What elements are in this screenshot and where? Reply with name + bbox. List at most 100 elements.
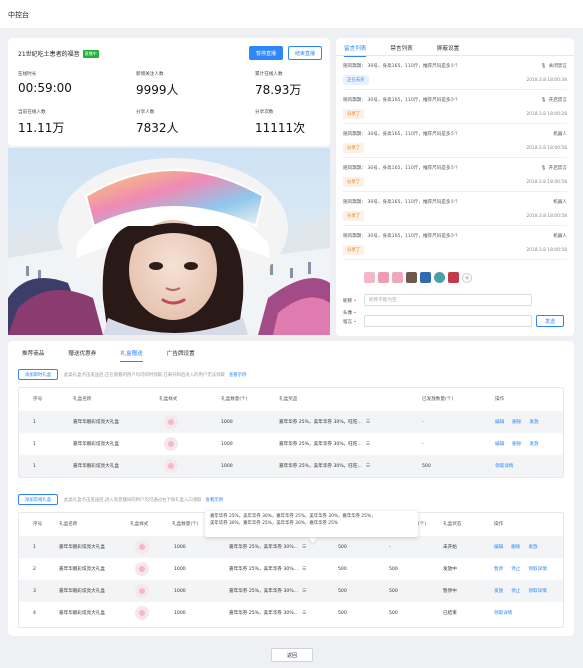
- tab-recommended-products[interactable]: 推荐商品: [22, 349, 44, 362]
- stat-label: 在线时长: [18, 72, 37, 77]
- table-row: 2 嘉年华靓彩炫亮大礼盒 1000 嘉年华券 25%，美年华券 30%... ☰ …: [19, 558, 563, 580]
- delete-link[interactable]: 删除: [511, 544, 520, 550]
- avatar-option[interactable]: [420, 272, 431, 283]
- mute-action[interactable]: 🎙 开启禁言: [541, 165, 567, 172]
- receive-details-link[interactable]: 领取详情: [528, 566, 546, 572]
- avatar-option[interactable]: [406, 272, 417, 283]
- pause-link[interactable]: 暂停: [494, 566, 503, 572]
- cell-qty: 1000: [174, 544, 186, 550]
- comment-time: 2018.3.8 18:00:38: [526, 78, 567, 83]
- comment-status-tag: 分享了: [343, 211, 365, 221]
- mic-icon: 🎙: [540, 63, 547, 69]
- comment-time: 2018.3.8 18:00:58: [526, 146, 567, 151]
- column-header: 操作: [494, 522, 504, 527]
- cell-status: 发放中: [443, 567, 457, 572]
- stop-link[interactable]: 停止: [511, 588, 520, 594]
- avatar-option[interactable]: [364, 272, 375, 283]
- edit-link[interactable]: 编辑: [495, 441, 504, 447]
- comment-status-tag: 分享了: [343, 109, 365, 119]
- column-header: 序号: [33, 397, 43, 402]
- list-icon[interactable]: ☰: [302, 567, 306, 572]
- tab-gift-box[interactable]: 礼盒赠送: [120, 349, 143, 362]
- receive-details-link[interactable]: 领取详情: [494, 610, 512, 616]
- avatar-label-text: 头像: [343, 311, 353, 316]
- avatar-option[interactable]: [378, 272, 389, 283]
- pause-live-button[interactable]: 暂停直播: [249, 46, 283, 60]
- cell-prize: 嘉年华券 25%，美年华券 30%，旺旺... ☰: [279, 433, 370, 455]
- edit-link[interactable]: 编辑: [494, 544, 503, 550]
- tab-billboard-settings[interactable]: 广告牌设置: [167, 349, 195, 362]
- list-icon[interactable]: ☰: [366, 420, 370, 425]
- mic-icon: 🎙: [540, 97, 547, 103]
- end-live-button[interactable]: 结束直播: [288, 46, 322, 60]
- cell-no: 1: [33, 463, 36, 469]
- view-example-link[interactable]: 查看示例: [229, 373, 247, 378]
- live-stats-panel: 21世纪吃土患者的福音 直播中 暂停直播 结束直播 在线时长 00:59:00 新…: [8, 38, 330, 146]
- live-stream-image: [8, 148, 330, 335]
- comment-item: 随风飘飘： 30号，身高165，110斤，推荐尺码是多少？ 🎙 开启禁言 分享了 …: [343, 161, 567, 192]
- avatar-option[interactable]: [392, 272, 403, 283]
- stop-link[interactable]: 停止: [511, 566, 520, 572]
- comment-input[interactable]: [364, 315, 532, 327]
- gift-box-icon: [135, 584, 149, 598]
- stat-value: 11.11万: [18, 121, 65, 135]
- required-mark: •: [353, 311, 357, 316]
- receive-details-link[interactable]: 领取详情: [528, 588, 546, 594]
- cell-prize: 嘉年华券 25%，美年华券 30%... ☰: [229, 580, 306, 602]
- cell-ops: 暂停 停止 领取详情: [494, 558, 555, 580]
- cell-name: 嘉年华靓彩炫亮大礼盒: [59, 611, 105, 616]
- list-icon[interactable]: ☰: [302, 611, 306, 616]
- list-icon[interactable]: ☰: [302, 589, 306, 594]
- robot-label: 机器人: [553, 132, 567, 137]
- send-button[interactable]: 发送: [536, 315, 564, 327]
- nickname-input[interactable]: 昵称不能为空: [364, 294, 532, 306]
- gift-box-icon: [164, 459, 178, 473]
- cell-no: 1: [33, 441, 36, 447]
- prize-text: 嘉年华券 25%，美年华券 30%...: [229, 589, 299, 594]
- delete-link[interactable]: 删除: [512, 419, 521, 425]
- avatar-option[interactable]: [434, 272, 445, 283]
- prize-text: 嘉年华券 25%，美年华券 30%...: [229, 545, 299, 550]
- list-icon[interactable]: ☰: [302, 545, 306, 550]
- send-link[interactable]: 发放: [529, 419, 538, 425]
- list-icon[interactable]: ☰: [366, 442, 370, 447]
- list-icon[interactable]: ☰: [366, 464, 370, 469]
- comment-status-tag: 分享了: [343, 143, 365, 153]
- column-header: 礼盒样式: [130, 522, 149, 527]
- view-example-link[interactable]: 查看示例: [206, 498, 224, 503]
- unmute-action[interactable]: 🎙 关闭禁言: [540, 63, 567, 70]
- prize-text: 嘉年华券 25%，美年华券 30%...: [229, 567, 299, 572]
- avatar-option[interactable]: [448, 272, 459, 283]
- mute-action[interactable]: 🎙 开启禁言: [540, 97, 567, 104]
- comment-time: 2018.3.8 18:00:58: [526, 214, 567, 219]
- stat-share-count: 分享次数 11111次: [255, 109, 305, 136]
- delete-link[interactable]: 删除: [512, 441, 521, 447]
- stat-online-duration: 在线时长 00:59:00: [18, 71, 72, 95]
- send-link[interactable]: 发放: [528, 544, 537, 550]
- add-instant-gift-button[interactable]: 添加即时礼盒: [18, 369, 58, 380]
- stat-value: 9999人: [136, 83, 179, 97]
- comment-text: 随风飘飘： 30号，身高165，110斤，推荐尺码是多少？: [343, 98, 460, 103]
- receive-details-link[interactable]: 领取详情: [495, 463, 513, 469]
- stat-value: 7832人: [136, 121, 179, 135]
- live-title: 21世纪吃土患者的福音: [18, 51, 80, 58]
- comment-action-label: 关闭禁言: [548, 64, 567, 69]
- edit-link[interactable]: 编辑: [495, 419, 504, 425]
- send-link[interactable]: 发放: [529, 441, 538, 447]
- cell-ops: 发放 停止 领取详情: [494, 580, 555, 602]
- add-regular-gift-button[interactable]: 添加常规礼盒: [18, 494, 58, 505]
- add-avatar-icon[interactable]: +: [462, 273, 472, 283]
- tab-gift-coupons[interactable]: 赠送优惠券: [68, 349, 96, 362]
- send-link[interactable]: 发放: [494, 588, 503, 594]
- back-button[interactable]: 返回: [271, 648, 313, 662]
- cell-count: 500: [338, 566, 347, 572]
- comment-text: 随风飘飘： 30号，身高165，110斤，推荐尺码是多少？: [343, 234, 460, 239]
- table-row: 1 嘉年华靓彩炫亮大礼盒 1000 嘉年华券 25%，美年华券 30%，旺旺..…: [19, 455, 563, 477]
- nickname-label-text: 昵称: [343, 299, 353, 304]
- top-bar: 中控台: [0, 0, 583, 28]
- cell-count: -: [389, 544, 391, 550]
- cell-name: 嘉年华靓彩炫亮大礼盒: [59, 589, 105, 594]
- cell-name: 嘉年华靓彩炫亮大礼盒: [73, 464, 119, 469]
- stat-label: 分享次数: [255, 110, 274, 115]
- avatar-label: 头像 •: [343, 310, 356, 316]
